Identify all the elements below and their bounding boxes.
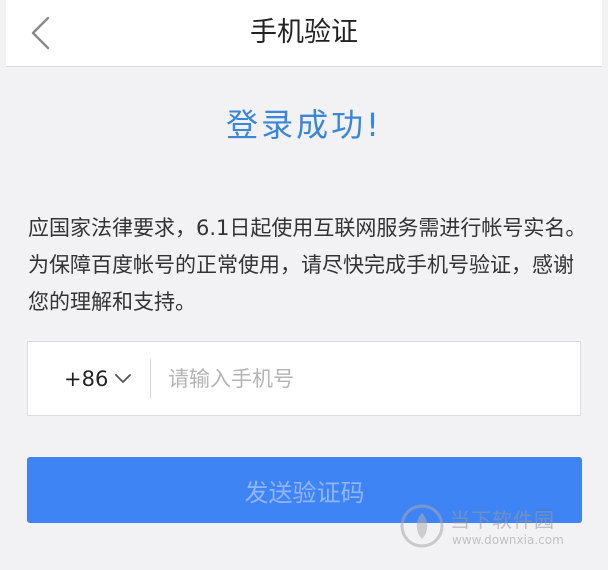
country-code-selector[interactable]: +86: [64, 362, 132, 396]
chevron-down-icon: [114, 373, 132, 385]
field-divider: [150, 359, 151, 399]
watermark: 当下软件园 www.downxia.com: [400, 500, 590, 560]
page-title: 手机验证: [250, 17, 358, 48]
country-code-label: +86: [64, 367, 109, 391]
watermark-text: 当下软件园: [450, 508, 555, 532]
phone-number-input[interactable]: [168, 357, 568, 401]
phone-input-row: +86: [27, 341, 581, 416]
watermark-url: www.downxia.com: [452, 533, 564, 547]
watermark-logo-icon: [400, 504, 444, 548]
login-success-title: 登录成功!: [226, 106, 382, 144]
real-name-notice: 应国家法律要求，6.1日起使用互联网服务需进行帐号实名。为保障百度帐号的正常使用…: [28, 216, 587, 314]
nav-header: 手机验证: [6, 0, 602, 67]
